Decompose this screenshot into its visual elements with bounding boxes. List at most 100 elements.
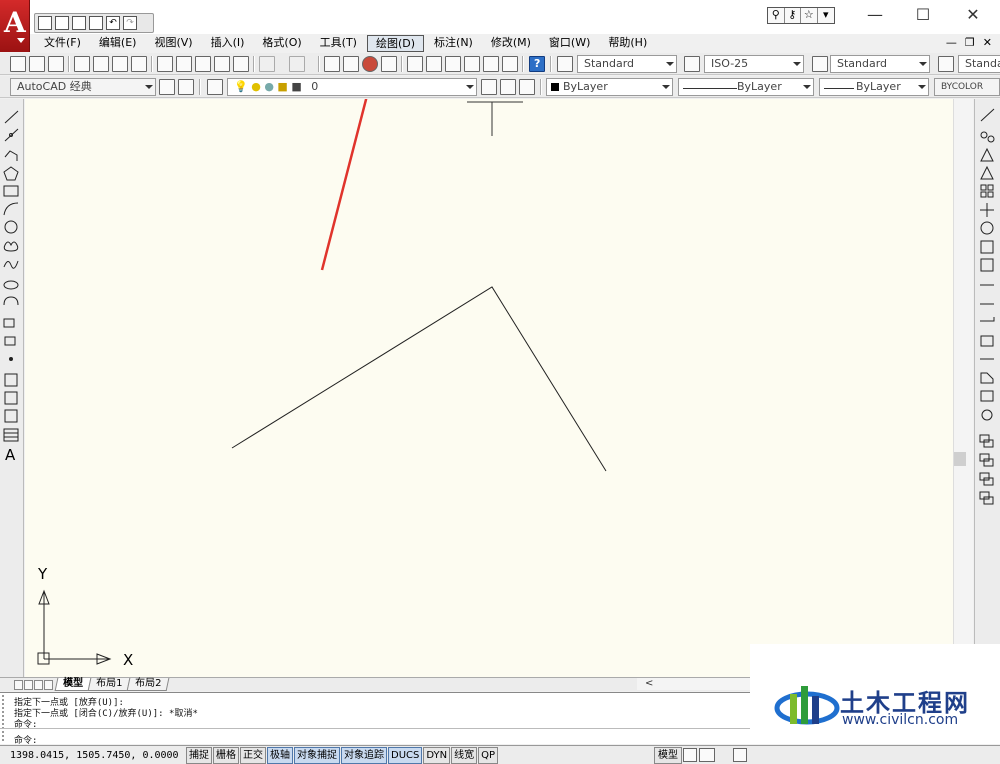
3d-dwf-icon[interactable] [131,56,147,72]
menu-view[interactable]: 视图(V) [146,35,200,52]
dim-style-select[interactable]: ISO-25 [704,55,804,73]
quickcalc-icon[interactable] [502,56,518,72]
doc-restore-icon[interactable]: ❐ [965,36,975,49]
rectangle-icon[interactable] [4,183,19,198]
design-center-icon[interactable] [426,56,442,72]
text-icon[interactable] [4,446,19,461]
layer-states-icon[interactable] [519,79,535,95]
spline-icon[interactable] [4,257,19,272]
break-at-point-icon[interactable] [979,314,994,329]
zoom-realtime-icon[interactable] [343,56,359,72]
color-select[interactable]: ByLayer [546,78,673,96]
save-icon[interactable] [72,16,86,30]
multileader-style-select[interactable]: Standa [958,55,1000,73]
maximize-button[interactable]: ☐ [900,4,946,28]
scrollbar-thumb[interactable] [954,452,966,466]
sheet-set-icon[interactable] [464,56,480,72]
insert-block-icon[interactable] [4,315,19,330]
lineweight-toggle[interactable]: 线宽 [451,747,478,764]
properties-icon[interactable] [407,56,423,72]
chamfer-icon[interactable] [979,371,994,386]
array-icon[interactable] [979,184,994,199]
tab-layout1[interactable]: 布局1 [87,678,131,691]
pan-icon[interactable] [324,56,340,72]
copy-object-icon[interactable] [979,129,994,144]
new-icon[interactable] [10,56,26,72]
polygon-icon[interactable] [4,163,19,178]
table-style-select[interactable]: Standard [830,55,930,73]
lineweight-select[interactable]: ByLayer [819,78,929,96]
paste-icon[interactable] [195,56,211,72]
erase-icon[interactable] [979,109,994,124]
tab-layout2[interactable]: 布局2 [126,678,171,691]
send-under-icon[interactable] [979,490,994,505]
layer-select[interactable]: 💡 ● ● ■ ■ 0 [227,78,477,96]
rotate-icon[interactable] [979,221,994,236]
info-dropdown-icon[interactable]: ▾ [818,8,834,23]
tray-settings-icon[interactable] [733,748,747,762]
revision-cloud-icon[interactable] [4,239,19,254]
point-icon[interactable] [4,351,19,366]
help-icon[interactable]: ? [529,56,545,72]
workspace-select[interactable]: AutoCAD 经典 [10,78,156,96]
tab-model[interactable]: 模型 [54,678,92,691]
menu-window[interactable]: 窗口(W) [541,35,598,52]
doc-close-icon[interactable]: ✕ [983,36,992,49]
polar-toggle[interactable]: 极轴 [267,747,293,764]
region-icon[interactable] [4,408,19,423]
next-tab-icon[interactable] [34,679,43,690]
open-icon[interactable] [29,56,45,72]
first-tab-icon[interactable] [14,679,23,690]
make-block-icon[interactable] [4,333,19,348]
line-icon[interactable] [4,109,19,124]
arc-icon[interactable] [4,201,19,216]
menu-tools[interactable]: 工具(T) [312,35,365,52]
plotstyle-select[interactable]: BYCOLOR [934,78,1000,96]
draw-order-front-icon[interactable] [979,433,994,448]
multileader-style-icon[interactable] [938,56,954,72]
redo-icon[interactable]: ↷ [123,16,137,30]
linetype-select[interactable]: ByLayer [678,78,814,96]
workspace-settings-icon[interactable] [159,79,175,95]
offset-icon[interactable] [979,165,994,180]
fillet-icon[interactable] [979,389,994,404]
menu-draw[interactable]: 绘图(D) [366,34,425,52]
minimize-button[interactable]: — [852,4,898,28]
menu-format[interactable]: 格式(O) [254,35,309,52]
star-icon[interactable]: ☆ [801,8,818,23]
last-tab-icon[interactable] [44,679,53,690]
menu-edit[interactable]: 编辑(E) [91,35,145,52]
vertical-scrollbar[interactable] [953,99,973,677]
close-button[interactable]: ✕ [950,4,996,28]
tool-palettes-icon[interactable] [445,56,461,72]
layer-manager-icon[interactable] [207,79,223,95]
open-file-icon[interactable] [55,16,69,30]
scroll-left-icon[interactable]: < [645,678,653,689]
search-icon[interactable]: ⚲ [768,8,785,23]
publish-icon[interactable] [112,56,128,72]
polyline-icon[interactable] [4,145,19,160]
plot-icon[interactable] [74,56,90,72]
osnap-toggle[interactable]: 对象捕捉 [294,747,340,764]
make-current-layer-icon[interactable] [481,79,497,95]
model-space-button[interactable]: 模型 [654,747,682,764]
zoom-window-icon[interactable] [362,56,378,72]
menu-modify[interactable]: 修改(M) [483,35,539,52]
table-style-icon[interactable] [812,56,828,72]
otrack-toggle[interactable]: 对象追踪 [341,747,387,764]
quick-view-icon[interactable] [699,748,715,762]
application-menu-button[interactable]: A [0,0,30,52]
scale-icon[interactable] [979,240,994,255]
mirror-icon[interactable] [979,147,994,162]
copy-icon[interactable] [176,56,192,72]
menu-insert[interactable]: 插入(I) [203,35,253,52]
join-icon[interactable] [979,352,994,367]
redo-icon[interactable] [289,56,305,72]
ellipse-icon[interactable] [4,277,19,292]
table-icon[interactable] [4,427,19,442]
save-icon[interactable] [48,56,64,72]
layer-previous-icon[interactable] [500,79,516,95]
circle-icon[interactable] [4,219,19,234]
text-style-select[interactable]: Standard [577,55,677,73]
workspace-icon[interactable] [178,79,194,95]
